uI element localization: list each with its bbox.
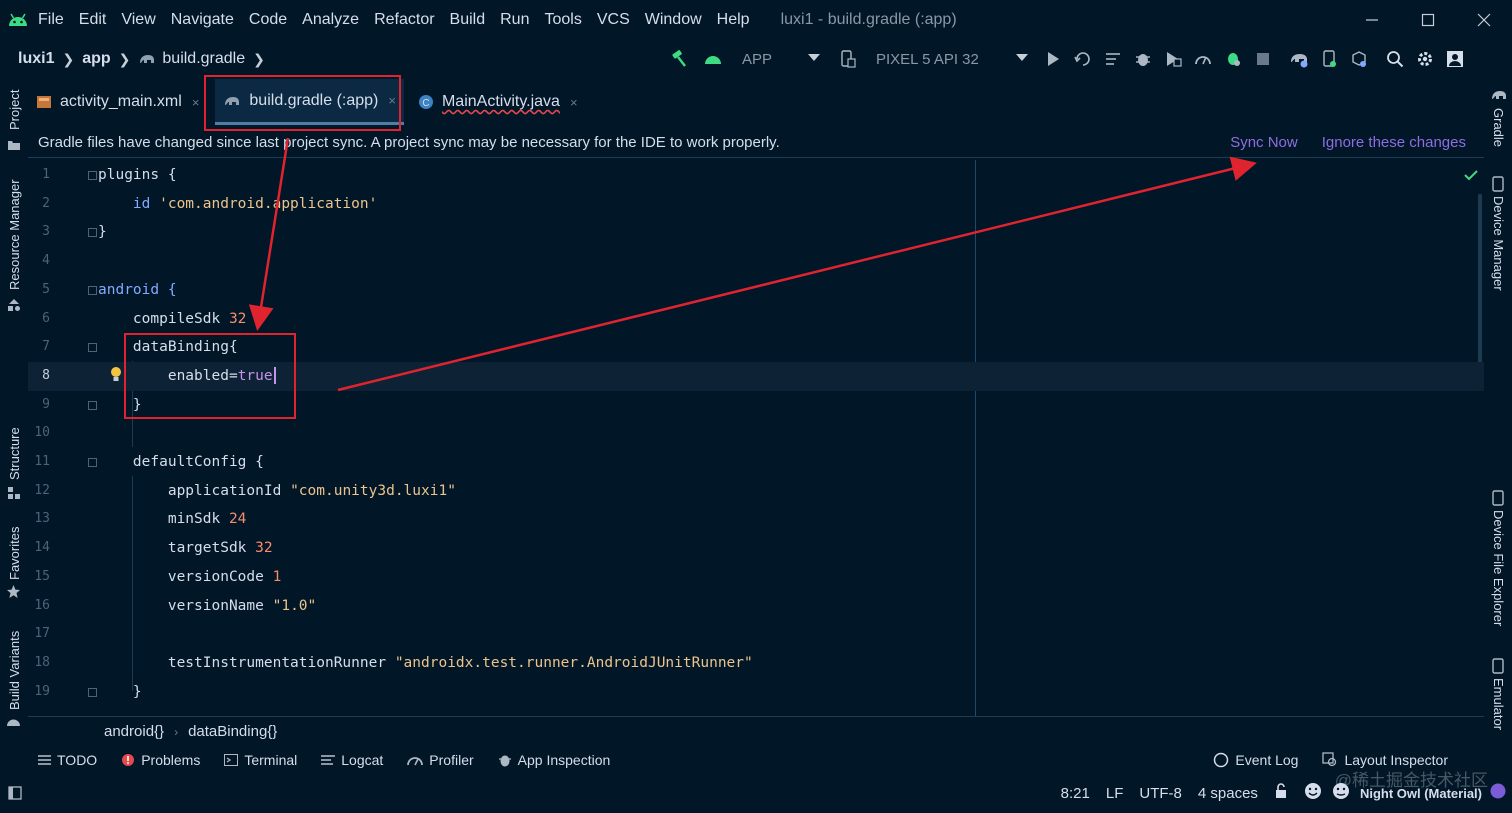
inspection-face-icon[interactable] <box>1332 782 1350 804</box>
error-icon <box>121 753 135 767</box>
code-breadcrumb: android{} › dataBinding{} <box>28 716 1484 746</box>
tool-problems[interactable]: Problems <box>121 752 200 768</box>
logcat-icon <box>321 754 336 766</box>
tool-windows-bar: TODO Problems Terminal Logcat Profiler A… <box>0 746 1512 774</box>
code-crumb-databinding[interactable]: dataBinding{} <box>188 723 277 740</box>
code-crumb-android[interactable]: android{} <box>104 723 164 740</box>
file-encoding[interactable]: UTF-8 <box>1139 785 1182 802</box>
theme-circle-icon <box>1490 783 1506 803</box>
line-separator[interactable]: LF <box>1106 785 1124 802</box>
tool-logcat[interactable]: Logcat <box>321 752 383 768</box>
terminal-icon <box>224 754 239 766</box>
annotation-arrow-down <box>248 137 290 331</box>
tool-profiler[interactable]: Profiler <box>407 752 474 768</box>
annotation-arrows <box>248 137 1257 392</box>
chevron-right-icon: › <box>174 724 179 739</box>
theme-name[interactable]: Night Owl (Material) <box>1360 786 1482 801</box>
tool-app-inspection[interactable]: App Inspection <box>498 752 610 768</box>
smiley-icon[interactable] <box>1304 782 1322 804</box>
status-bar: 8:21 LF UTF-8 4 spaces Night Owl (Materi… <box>0 778 1512 808</box>
tool-event-log[interactable]: Event Log <box>1213 752 1298 768</box>
tool-todo[interactable]: TODO <box>38 752 97 768</box>
unlock-icon[interactable] <box>1274 783 1288 803</box>
indent-setting[interactable]: 4 spaces <box>1198 785 1258 802</box>
toggle-tool-windows-icon[interactable] <box>8 786 22 804</box>
app-inspection-icon <box>498 753 512 767</box>
tool-terminal[interactable]: Terminal <box>224 752 297 768</box>
profiler-icon <box>407 754 424 766</box>
caret-position[interactable]: 8:21 <box>1061 785 1090 802</box>
event-log-icon <box>1213 752 1229 768</box>
list-icon <box>38 754 51 766</box>
annotation-arrow-to-sync <box>337 156 1257 392</box>
